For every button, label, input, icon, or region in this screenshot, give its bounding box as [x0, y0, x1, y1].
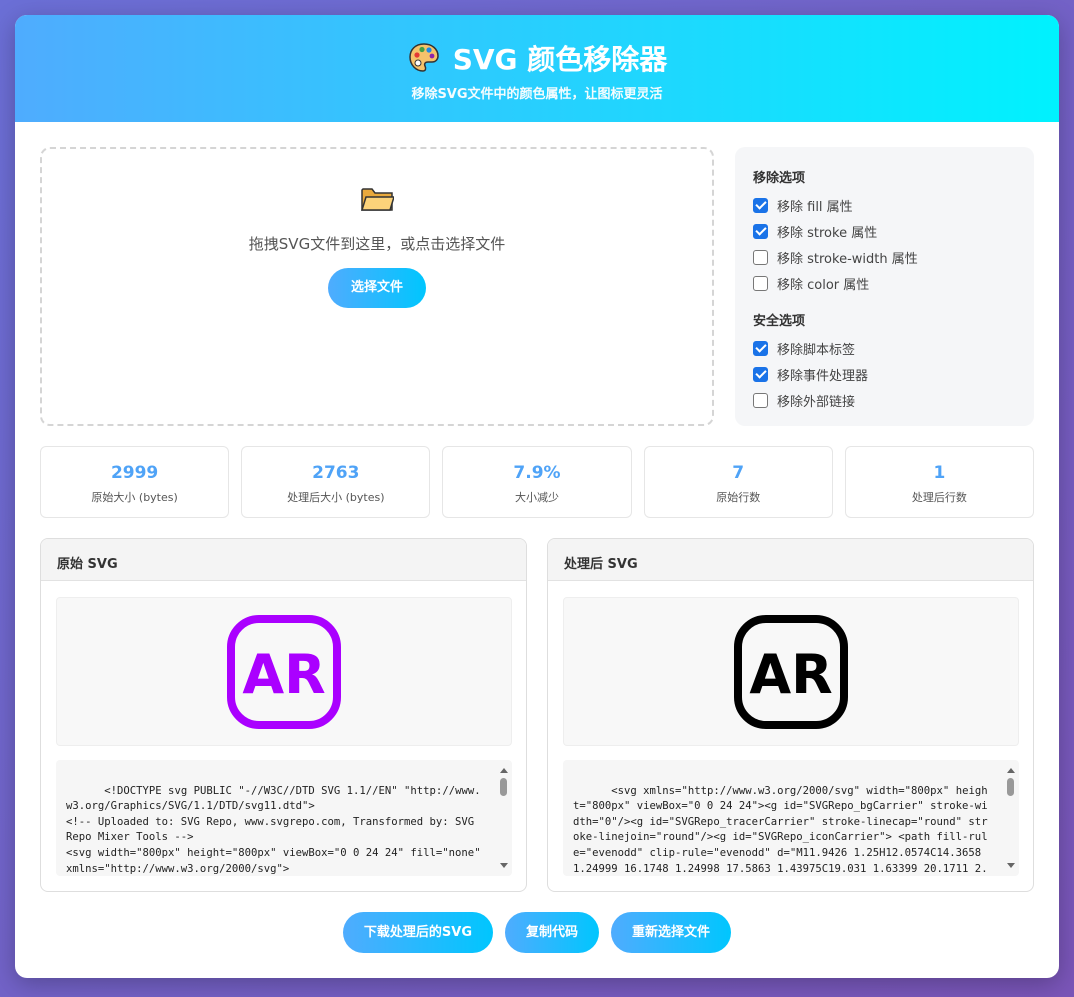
ar-icon-original: AR [227, 614, 341, 729]
option-label: 移除外部链接 [777, 394, 856, 410]
processed-svg-panel: 处理后 SVG AR <svg xmlns="http://www.w3.org… [547, 538, 1034, 892]
choose-file-button[interactable]: 选择文件 [328, 268, 426, 308]
stats-row: 2999 原始大小 (bytes) 2763 处理后大小 (bytes) 7.9… [40, 446, 1035, 518]
original-svg-panel: 原始 SVG AR <!DOCTYPE svg PUBLIC "-//W3C//… [40, 538, 527, 892]
checkbox[interactable] [753, 392, 768, 408]
checkbox[interactable] [753, 366, 768, 382]
scroll-up-arrow-icon[interactable] [500, 768, 508, 773]
option-remove-fill[interactable]: 移除 fill 属性 [753, 192, 1016, 218]
option-label: 移除脚本标签 [777, 342, 856, 358]
scroll-down-arrow-icon[interactable] [1007, 863, 1015, 868]
header: SVG 颜色移除器 移除SVG文件中的颜色属性，让图标更灵活 [15, 15, 1059, 122]
stat-value: 2763 [312, 463, 360, 483]
scrollbar[interactable] [1006, 768, 1015, 868]
option-label: 移除 stroke 属性 [777, 225, 878, 241]
stat-processed-size: 2763 处理后大小 (bytes) [241, 446, 431, 518]
stat-original-lines: 7 原始行数 [643, 446, 833, 518]
option-remove-external-links[interactable]: 移除外部链接 [753, 387, 1016, 413]
stat-value: 1 [933, 463, 946, 483]
reselect-file-button[interactable]: 重新选择文件 [611, 912, 732, 953]
option-remove-stroke[interactable]: 移除 stroke 属性 [753, 218, 1016, 244]
code-text: <svg xmlns="http://www.w3.org/2000/svg" … [573, 784, 988, 875]
scrollbar[interactable] [499, 768, 508, 868]
ar-icon-processed: AR [734, 614, 848, 729]
stat-label: 原始大小 (bytes) [91, 491, 178, 504]
page-subtitle: 移除SVG文件中的颜色属性，让图标更灵活 [411, 87, 663, 102]
app-card: SVG 颜色移除器 移除SVG文件中的颜色属性，让图标更灵活 拖拽SVG文件到这… [15, 15, 1059, 978]
safety-options-title: 安全选项 [753, 314, 806, 329]
checkbox[interactable] [753, 275, 768, 291]
action-bar: 下载处理后的SVG 复制代码 重新选择文件 [15, 912, 1059, 953]
option-label: 移除 fill 属性 [777, 199, 853, 215]
option-remove-stroke-width[interactable]: 移除 stroke-width 属性 [753, 244, 1016, 270]
panel-title: 原始 SVG [41, 539, 526, 581]
stat-original-size: 2999 原始大小 (bytes) [40, 446, 230, 518]
option-remove-color[interactable]: 移除 color 属性 [753, 270, 1016, 296]
stat-size-reduction: 7.9% 大小减少 [442, 446, 632, 518]
scroll-down-arrow-icon[interactable] [500, 863, 508, 868]
folder-icon [360, 188, 394, 211]
copy-code-button[interactable]: 复制代码 [505, 912, 600, 953]
stat-value: 7 [732, 463, 745, 483]
upload-prompt: 拖拽SVG文件到这里，或点击选择文件 [248, 235, 506, 253]
page-title: SVG 颜色移除器 [452, 43, 668, 76]
processed-code-view[interactable]: <svg xmlns="http://www.w3.org/2000/svg" … [563, 760, 1019, 876]
title-row: SVG 颜色移除器 [15, 15, 1059, 77]
original-preview: AR [56, 597, 512, 746]
palette-icon [408, 43, 439, 72]
svg-text:AR: AR [749, 643, 832, 706]
checkbox[interactable] [753, 197, 768, 213]
download-button[interactable]: 下载处理后的SVG [342, 912, 494, 953]
option-label: 移除事件处理器 [777, 368, 869, 384]
stat-label: 处理后行数 [911, 491, 967, 504]
option-label: 移除 color 属性 [777, 277, 870, 293]
remove-options-title: 移除选项 [753, 171, 806, 186]
stat-label: 原始行数 [716, 491, 761, 504]
code-text: <!DOCTYPE svg PUBLIC "-//W3C//DTD SVG 1.… [66, 784, 481, 875]
panel-title: 处理后 SVG [548, 539, 1033, 581]
options-panel: 移除选项 移除 fill 属性 移除 stroke 属性 移除 stroke-w… [735, 147, 1034, 426]
checkbox[interactable] [753, 223, 768, 239]
stat-value: 2999 [110, 463, 159, 483]
stat-label: 大小减少 [515, 491, 559, 504]
stat-value: 7.9% [513, 463, 561, 483]
stat-label: 处理后大小 (bytes) [287, 491, 385, 504]
scroll-thumb[interactable] [1007, 778, 1014, 796]
original-code-view[interactable]: <!DOCTYPE svg PUBLIC "-//W3C//DTD SVG 1.… [56, 760, 512, 876]
processed-preview: AR [563, 597, 1019, 746]
option-label: 移除 stroke-width 属性 [777, 251, 918, 267]
checkbox[interactable] [753, 340, 768, 356]
stat-processed-lines: 1 处理后行数 [844, 446, 1035, 518]
scroll-thumb[interactable] [500, 778, 507, 796]
svg-text:AR: AR [242, 643, 325, 706]
upload-dropzone[interactable]: 拖拽SVG文件到这里，或点击选择文件 选择文件 [40, 147, 714, 426]
checkbox[interactable] [753, 249, 768, 265]
option-remove-scripts[interactable]: 移除脚本标签 [753, 335, 1016, 361]
scroll-up-arrow-icon[interactable] [1007, 768, 1015, 773]
option-remove-event-handlers[interactable]: 移除事件处理器 [753, 361, 1016, 387]
